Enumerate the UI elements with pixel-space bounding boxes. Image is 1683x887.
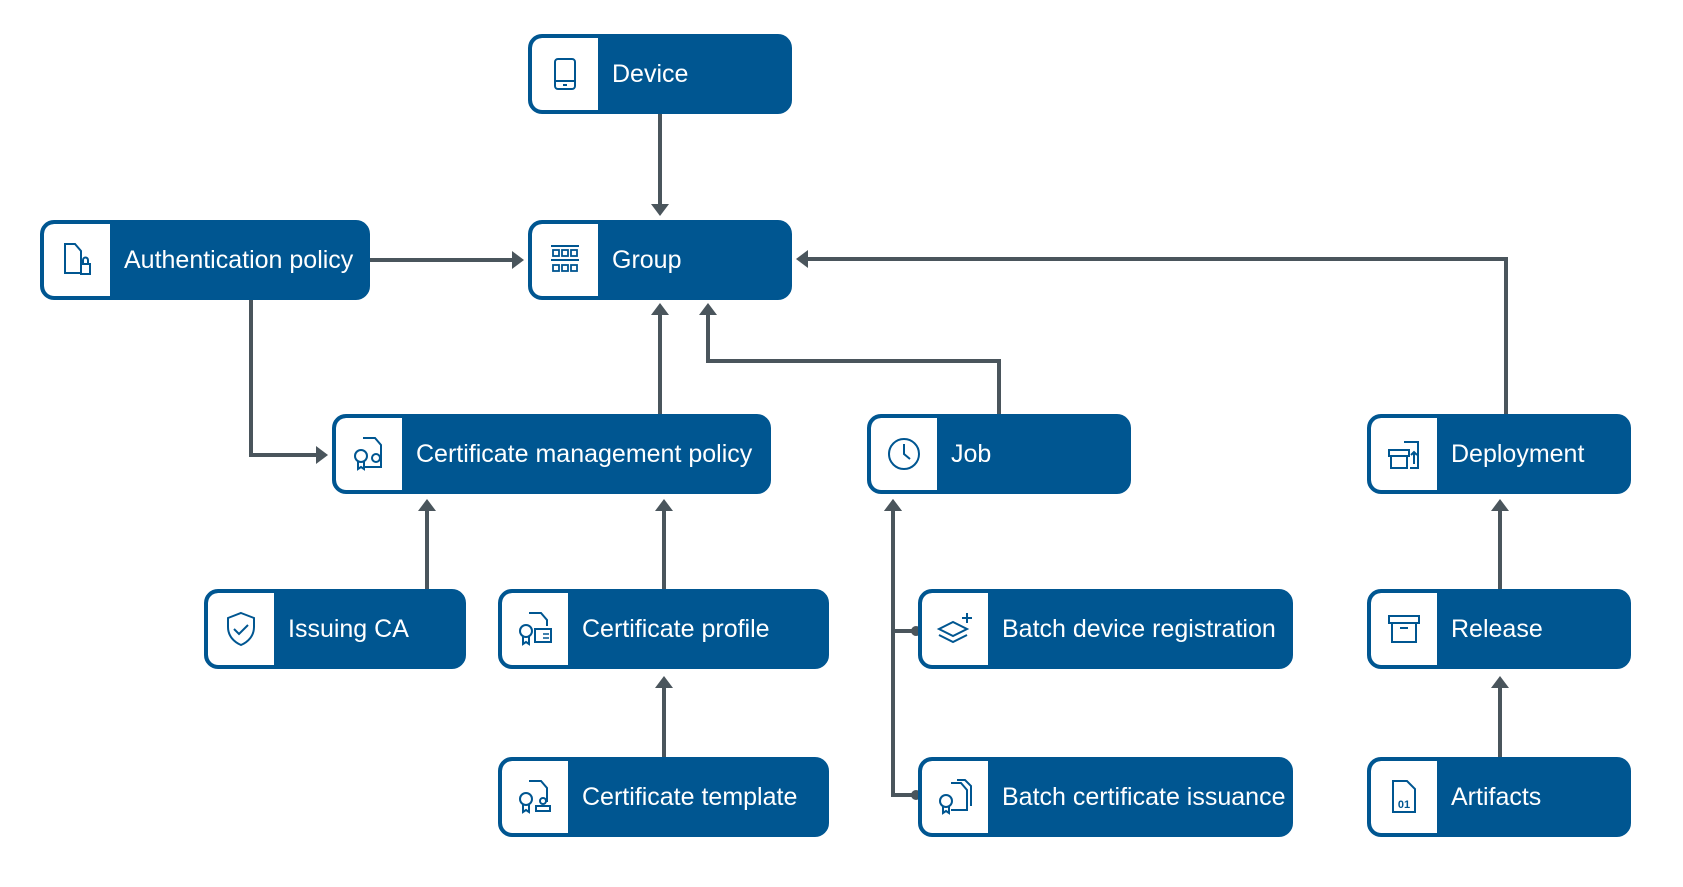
edge-batchdev-job: [891, 503, 916, 633]
node-label: Certificate template: [582, 782, 798, 811]
node-label: Job: [951, 439, 992, 468]
node-group: Group: [528, 220, 792, 300]
certificate-stamp-icon: [502, 761, 568, 833]
node-label: Group: [612, 245, 682, 274]
edge-deployment-group: [800, 257, 1508, 414]
node-label: Device: [612, 59, 689, 88]
box-upload-icon: [1371, 418, 1437, 490]
certificate-stack-icon: [922, 761, 988, 833]
certificate-id-icon: [502, 593, 568, 665]
arrowhead: [316, 446, 328, 464]
node-device: Device: [528, 34, 792, 114]
node-batchcert: Batch certificate issuance: [918, 757, 1293, 837]
node-label: Release: [1451, 614, 1543, 643]
arrowhead: [512, 251, 524, 269]
node-label: Authentication policy: [124, 245, 354, 274]
node-label: Issuing CA: [288, 614, 409, 643]
arrowhead: [655, 499, 673, 511]
arrowhead: [418, 499, 436, 511]
edge-batchcert-job: [891, 503, 916, 797]
arrowhead: [651, 303, 669, 315]
binary-file-icon: 01: [1371, 761, 1437, 833]
layers-plus-icon: [922, 593, 988, 665]
edge-auth-cmp: [249, 299, 324, 457]
certificate-settings-icon: [336, 418, 402, 490]
shield-check-icon: [208, 593, 274, 665]
clock-icon: [871, 418, 937, 490]
arrowhead: [1491, 676, 1509, 688]
arrowhead: [651, 204, 669, 216]
edge-job-group: [706, 307, 1001, 414]
node-batchdev: Batch device registration: [918, 589, 1293, 669]
svg-text:01: 01: [1398, 799, 1410, 811]
arrowhead: [655, 676, 673, 688]
node-label: Artifacts: [1451, 782, 1542, 811]
arrowhead: [884, 499, 902, 511]
diagram: Device Group Authentication policy Certific…: [0, 0, 1683, 887]
node-label: Certificate profile: [582, 614, 770, 643]
arrowhead: [1491, 499, 1509, 511]
grid-icon: [532, 224, 598, 296]
node-release: Release: [1367, 589, 1631, 669]
node-deployment: Deployment: [1367, 414, 1631, 494]
tablet-icon: [532, 38, 598, 110]
node-profile: Certificate profile: [498, 589, 829, 669]
document-lock-icon: [44, 224, 110, 296]
arrowhead: [699, 303, 717, 315]
node-label: Batch certificate issuance: [1002, 782, 1286, 811]
node-issuing: Issuing CA: [204, 589, 466, 669]
node-template: Certificate template: [498, 757, 829, 837]
node-job: Job: [867, 414, 1131, 494]
node-auth: Authentication policy: [40, 220, 370, 300]
arrowhead: [796, 250, 808, 268]
node-label: Deployment: [1451, 439, 1585, 468]
node-cmp: Certificate management policy: [332, 414, 771, 494]
node-artifacts: 01 Artifacts: [1367, 757, 1631, 837]
archive-box-icon: [1371, 593, 1437, 665]
node-label: Batch device registration: [1002, 614, 1276, 643]
node-label: Certificate management policy: [416, 439, 753, 468]
